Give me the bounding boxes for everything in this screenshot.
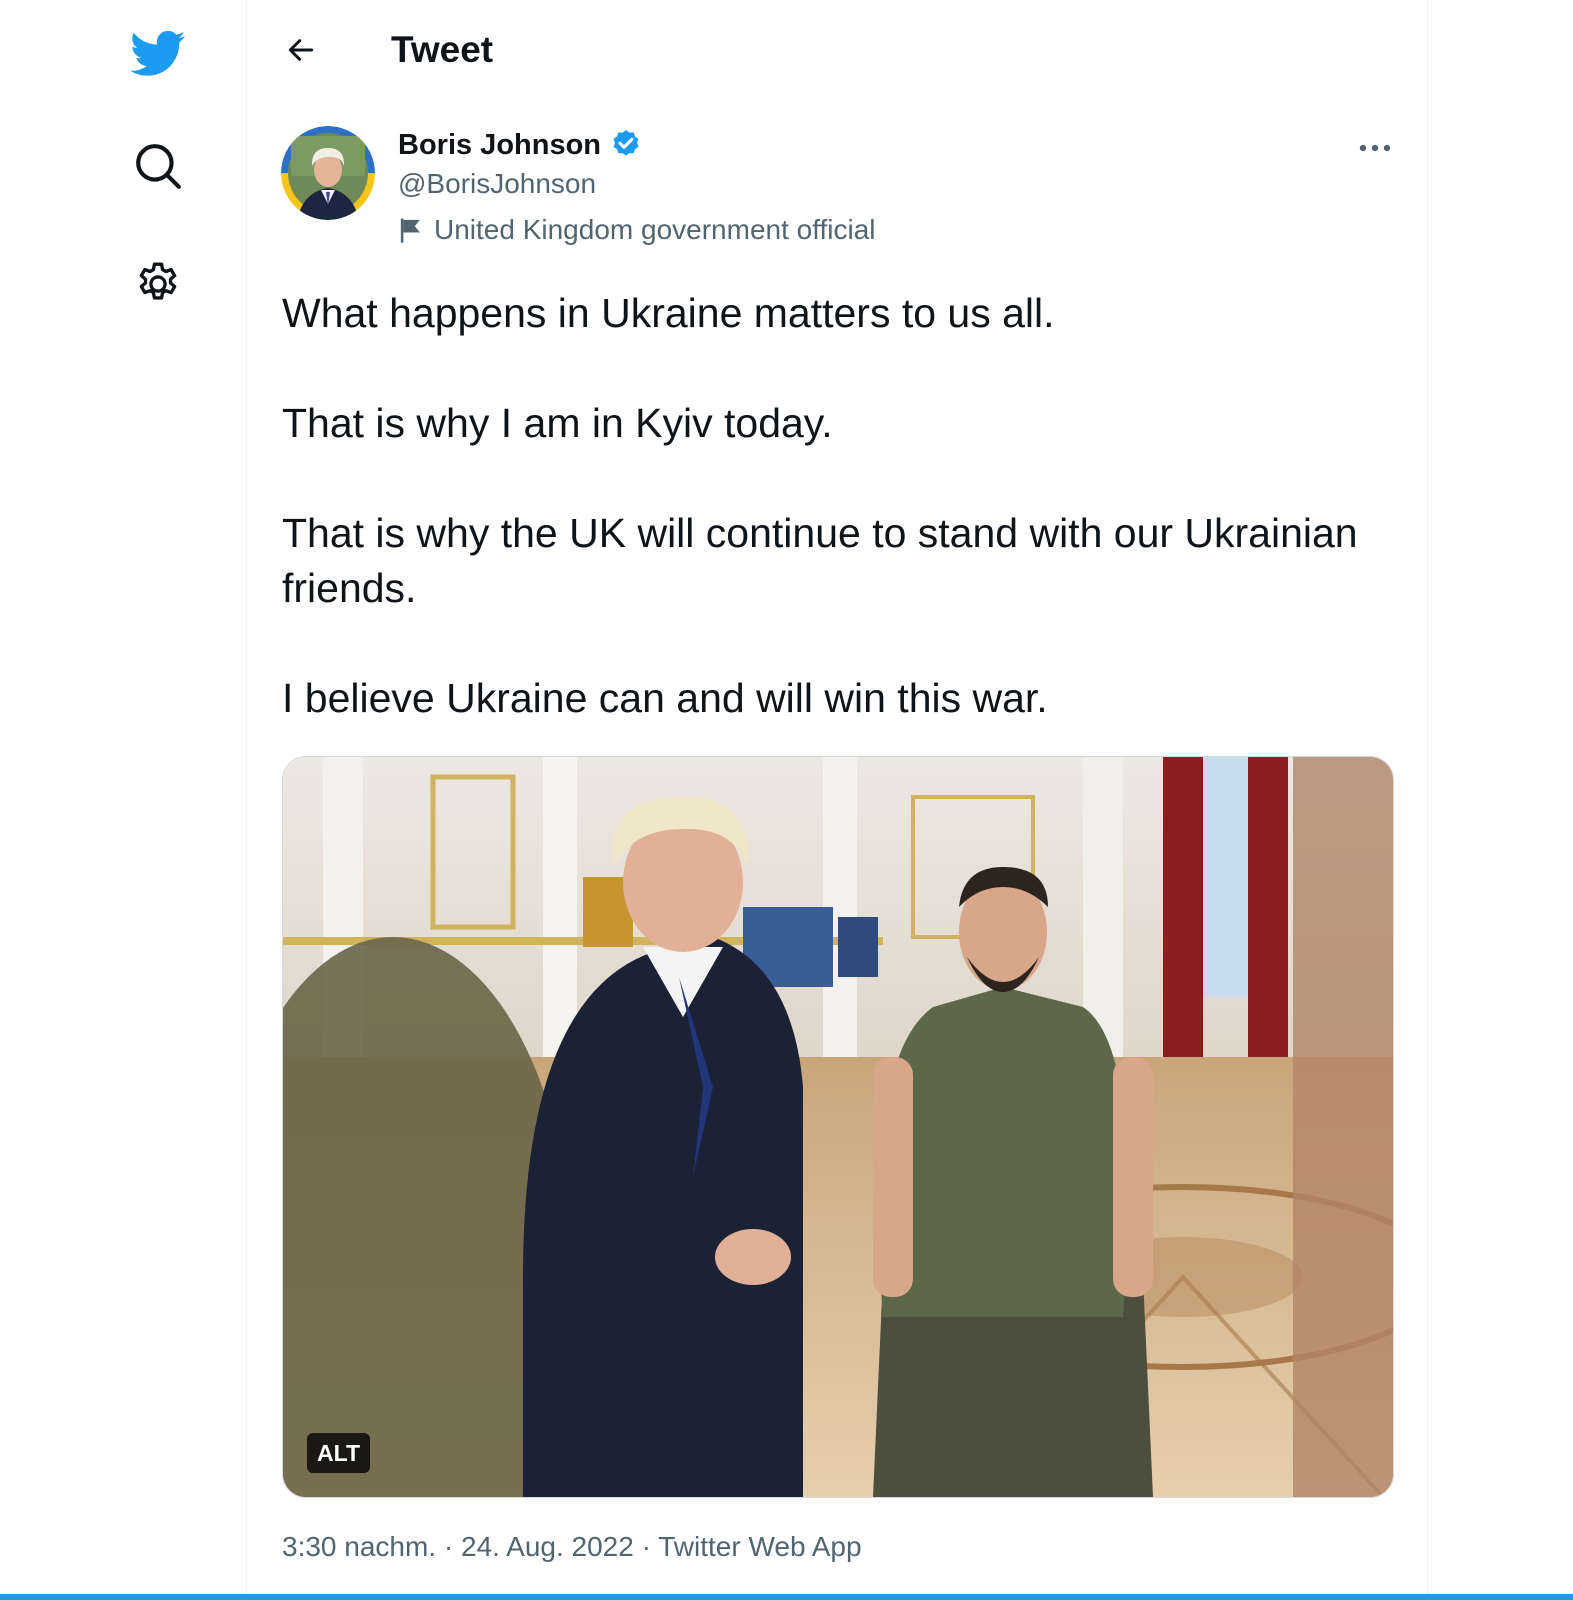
meta-separator: · [641,1531,651,1562]
tweet-text: What happens in Ukraine matters to us al… [282,286,1392,726]
more-options-button[interactable] [1351,124,1399,172]
author-name-text: Boris Johnson [398,129,602,161]
twitter-bird-icon[interactable] [126,22,190,86]
bottom-accent-bar [0,1594,1573,1600]
main-column: Tweet Boris Johnson @BorisJohnson United… [246,0,1428,1594]
back-button[interactable] [277,26,325,74]
tweet-paragraph: That is why the UK will continue to stan… [282,510,1358,611]
alt-text-badge[interactable]: ALT [307,1433,371,1473]
arrow-left-icon [288,39,314,61]
government-label-text: United Kingdom government official [434,214,876,245]
avatar[interactable] [281,126,375,220]
tweet-date[interactable]: 24. Aug. 2022 [461,1531,634,1562]
meta-separator: · [443,1531,454,1562]
tweet-meta: 3:30 nachm. · 24. Aug. 2022 · Twitter We… [282,1528,862,1566]
tweet-paragraph: That is why I am in Kyiv today. [282,400,833,446]
page: Tweet Boris Johnson @BorisJohnson United… [0,0,1573,1600]
author-handle[interactable]: @BorisJohnson [398,166,596,202]
tweet-time[interactable]: 3:30 nachm. [282,1531,436,1562]
search-icon[interactable] [126,134,190,198]
settings-gear-icon[interactable] [126,252,190,316]
flag-icon [400,218,420,243]
tweet-paragraph: What happens in Ukraine matters to us al… [282,290,1055,336]
verified-badge-icon [613,130,639,156]
page-title: Tweet [391,29,494,70]
tweet-paragraph: I believe Ukraine can and will win this … [282,675,1048,721]
left-nav [0,0,246,1600]
tweet-photo[interactable]: ALT [282,756,1394,1498]
photo-image [283,757,1393,1497]
more-dots-icon [1359,144,1391,152]
government-label: United Kingdom government official [398,212,876,248]
page-header: Tweet [247,0,1427,100]
tweet-source[interactable]: Twitter Web App [658,1531,861,1562]
author-name[interactable]: Boris Johnson [398,127,643,163]
